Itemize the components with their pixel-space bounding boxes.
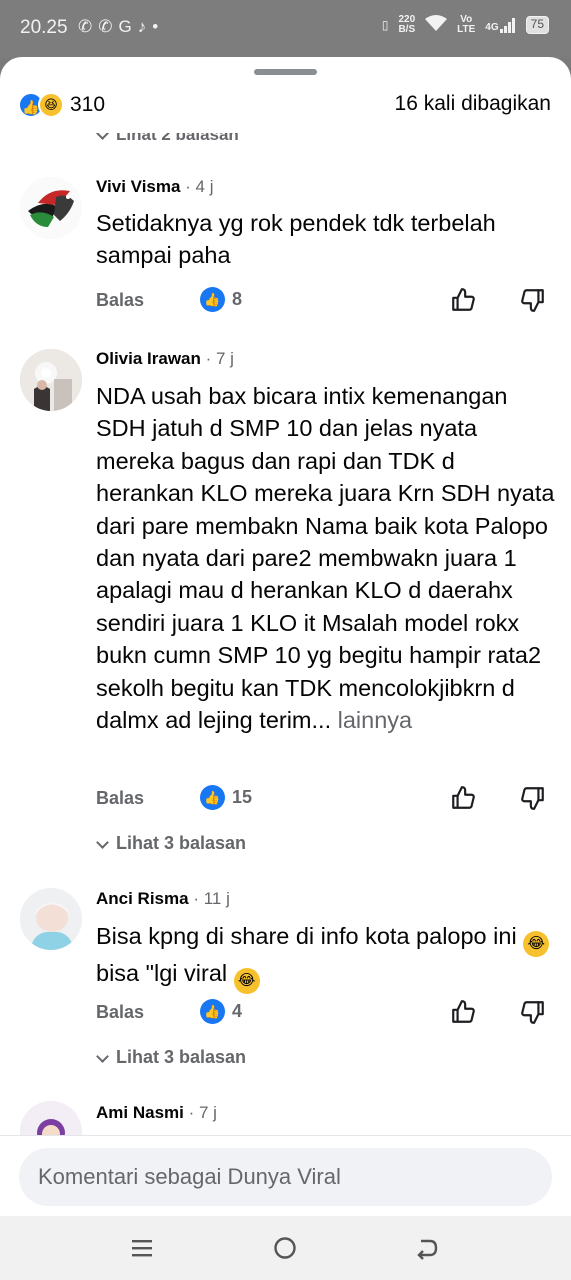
comment-time: · 11 j — [188, 889, 230, 908]
like-icon: 👍 — [200, 785, 225, 810]
battery-icon: 75 — [525, 15, 549, 34]
avatar[interactable] — [20, 349, 82, 411]
comment-likes[interactable]: 👍 8 — [200, 287, 242, 312]
network-speed: 220 B/S — [398, 13, 416, 35]
view-replies-link[interactable]: Lihat 3 balasan — [96, 833, 246, 854]
comment-text: NDA usah bax bicara intix kemenangan SDH… — [96, 383, 555, 734]
home-button[interactable] — [270, 1233, 300, 1263]
notification-icons: ✆✆G♪• — [78, 17, 164, 37]
signal-icon: 4G — [485, 17, 515, 33]
comment-actions: Balas 👍 4 — [96, 999, 556, 1029]
comment-text: Setidaknya yg rok pendek tdk terbelah sa… — [96, 210, 496, 269]
comment-header: Vivi Visma · 4 j — [96, 177, 214, 197]
rofl-emoji: 😂 — [233, 968, 260, 994]
back-button[interactable] — [412, 1233, 442, 1263]
comments-sheet: 👍 😆 310 16 kali dibagikan Lihat 2 balasa… — [0, 57, 571, 1216]
comment-time: · 7 j — [183, 1103, 217, 1122]
tiktok-icon: ♪ — [137, 17, 153, 36]
view-replies-link[interactable]: Lihat 2 balasan — [96, 133, 239, 145]
like-count: 15 — [232, 787, 253, 807]
comment-actions: Balas 👍 15 — [96, 785, 556, 815]
reaction-summary[interactable]: 👍 😆 310 — [18, 92, 105, 118]
chevron-down-icon — [96, 1049, 109, 1063]
volte-indicator: Vo LTE — [457, 13, 476, 35]
thumbs-up-icon[interactable] — [450, 999, 476, 1030]
status-time: 20.25 — [20, 17, 68, 38]
comment-text: Bisa kpng di share di info kota palopo i… — [96, 920, 556, 994]
reply-button[interactable]: Balas — [96, 788, 144, 809]
comment-likes[interactable]: 👍 15 — [200, 785, 252, 810]
thumbs-up-icon[interactable] — [450, 287, 476, 318]
see-more-link[interactable]: lainnya — [331, 707, 412, 733]
thumbs-down-icon[interactable] — [520, 999, 546, 1030]
reply-button[interactable]: Balas — [96, 290, 144, 311]
chevron-down-icon — [96, 133, 109, 140]
wifi-icon — [425, 14, 448, 35]
reaction-count: 310 — [70, 93, 106, 116]
vibrate-icon: ▯ — [381, 17, 389, 32]
dot-icon: • — [152, 17, 165, 36]
comment-author[interactable]: Vivi Visma — [96, 177, 180, 196]
rofl-emoji: 😂 — [523, 931, 550, 957]
like-icon: 👍 — [200, 999, 225, 1024]
thumbs-down-icon[interactable] — [520, 287, 546, 318]
system-nav-bar — [0, 1216, 571, 1280]
avatar[interactable] — [20, 177, 82, 239]
g-icon: G — [118, 17, 138, 36]
sheet-header: 👍 😆 310 16 kali dibagikan — [0, 87, 571, 123]
like-icon: 👍 — [200, 287, 225, 312]
comment-likes[interactable]: 👍 4 — [200, 999, 242, 1024]
thumbs-up-icon[interactable] — [450, 785, 476, 816]
comment-author[interactable]: Olivia Irawan — [96, 349, 201, 368]
like-count: 8 — [232, 289, 243, 309]
comment-header: Olivia Irawan · 7 j — [96, 349, 234, 369]
view-replies-link[interactable]: Lihat 3 balasan — [96, 1047, 246, 1068]
thumbs-down-icon[interactable] — [520, 785, 546, 816]
haha-reaction-icon: 😆 — [38, 92, 64, 118]
comment-input-wrapper — [19, 1148, 552, 1206]
status-bar: 20.25 ✆✆G♪• ▯ 220 B/S Vo LTE 4G 75 — [0, 0, 571, 58]
whatsapp-icon: ✆ — [78, 17, 99, 36]
comment-header: Ami Nasmi · 7 j — [96, 1103, 217, 1123]
comment-time: · 4 j — [180, 177, 214, 196]
comment-header: Anci Risma · 11 j — [96, 889, 230, 909]
comment-author[interactable]: Ami Nasmi — [96, 1103, 184, 1122]
status-right: ▯ 220 B/S Vo LTE 4G 75 — [382, 14, 549, 35]
drag-handle[interactable] — [254, 69, 317, 75]
comment-author[interactable]: Anci Risma — [96, 889, 189, 908]
comment-input[interactable] — [38, 1148, 538, 1206]
chevron-down-icon — [96, 835, 109, 849]
comment-time: · 7 j — [200, 349, 234, 368]
comment-actions: Balas 👍 8 — [96, 287, 556, 317]
reply-button[interactable]: Balas — [96, 1002, 144, 1023]
share-count[interactable]: 16 kali dibagikan — [395, 92, 551, 116]
comment-composer — [0, 1135, 571, 1216]
recents-button[interactable] — [128, 1233, 158, 1263]
whatsapp-icon: ✆ — [98, 17, 119, 36]
avatar[interactable] — [20, 888, 82, 950]
like-count: 4 — [232, 1001, 243, 1021]
